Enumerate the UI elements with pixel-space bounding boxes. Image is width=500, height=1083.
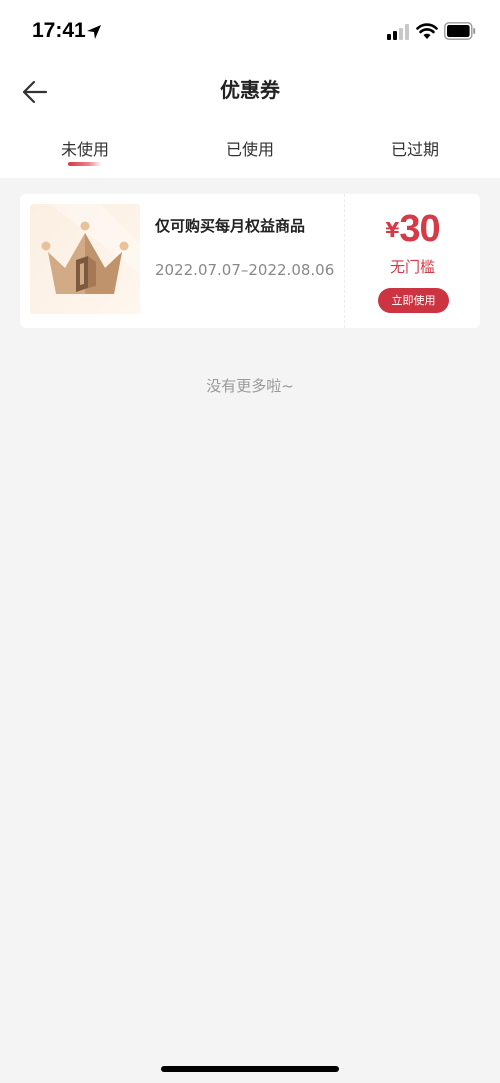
coupon-validity-period: 2022.07.07–2022.08.06 [155,261,335,279]
tab-unused[interactable]: 未使用 [25,136,145,160]
page-title: 优惠券 [220,78,280,102]
home-indicator[interactable] [161,1066,339,1072]
tab-expired[interactable]: 已过期 [355,136,475,160]
coupon-name: 仅可购买每月权益商品 [155,217,306,235]
use-now-button[interactable]: 立即使用 [378,288,449,313]
amount-value: 30 [399,208,440,250]
tab-used[interactable]: 已使用 [190,136,310,160]
wifi-icon [416,23,438,39]
crown-icon [41,204,140,294]
battery-icon [444,22,476,40]
coupon-amount: ¥30 [345,208,480,251]
coupon-thumbnail [30,204,140,314]
signal-icon [387,24,409,40]
active-tab-indicator [68,162,102,166]
location-arrow-icon [87,25,101,39]
no-more-text: 没有更多啦~ [206,377,294,395]
coupon-card[interactable]: 仅可购买每月权益商品 2022.07.07–2022.08.06 ¥30 无门槛… [20,194,480,328]
currency-symbol: ¥ [385,218,400,242]
coupon-threshold: 无门槛 [389,258,435,276]
status-bar: 17:41 [0,0,500,60]
status-time: 17:41 [32,19,86,42]
